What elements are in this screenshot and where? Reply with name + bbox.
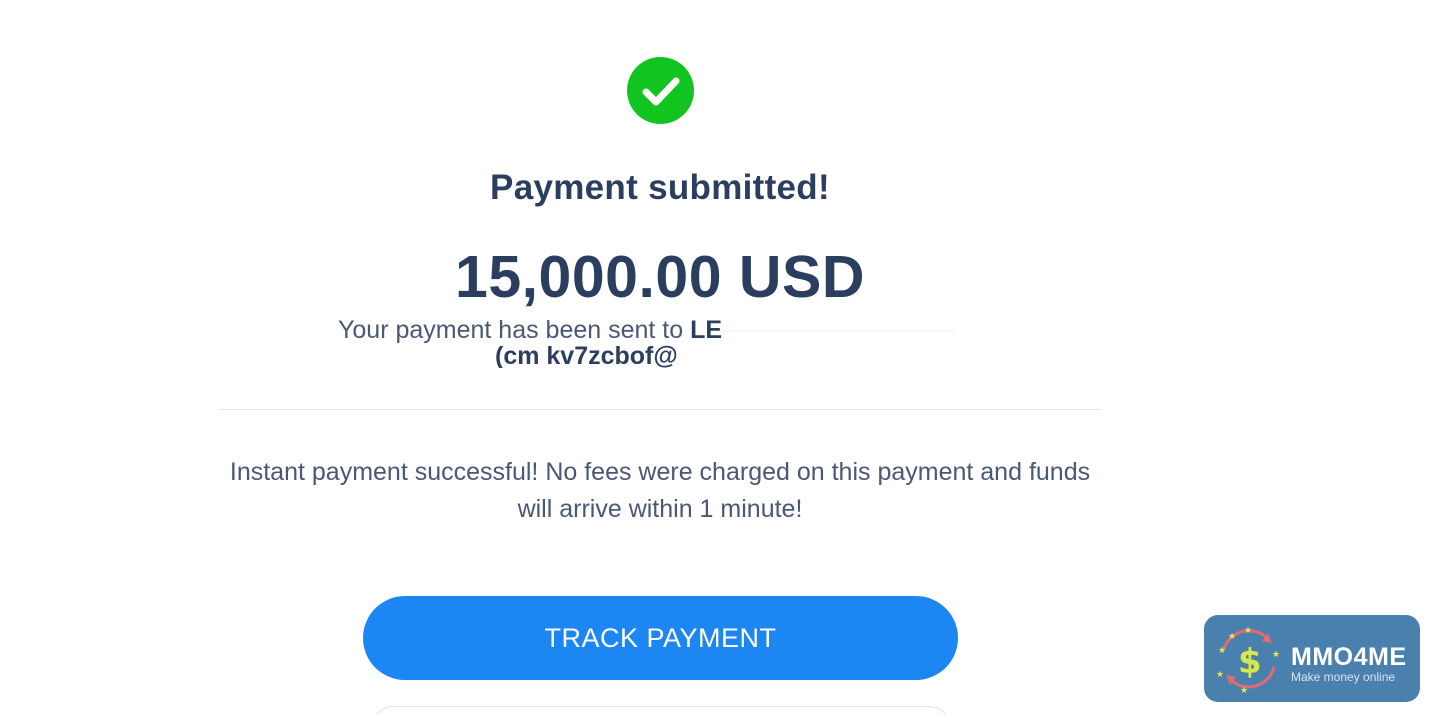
redaction-overlay [677, 346, 978, 368]
divider [218, 409, 1102, 410]
svg-text:★: ★ [1272, 650, 1280, 660]
recipient-line: Your payment has been sent to LE [338, 316, 955, 345]
svg-text:$: $ [1238, 642, 1262, 682]
recipient-name: LE [690, 316, 723, 344]
info-message: Instant payment successful! No fees were… [229, 458, 1091, 523]
recipient-email-line: (cm kv7zcbof@ [495, 342, 978, 368]
check-circle-icon [627, 57, 694, 124]
sent-prefix: Your payment has been sent to [338, 316, 684, 344]
recipient-email: (cm kv7zcbof@ [495, 342, 678, 368]
svg-text:★: ★ [1216, 670, 1224, 680]
svg-text:★: ★ [1240, 686, 1248, 695]
secondary-button[interactable] [373, 706, 950, 715]
svg-text:★: ★ [1244, 626, 1252, 636]
payment-confirmation-page: Payment submitted! 15,000.00 USD Your pa… [0, 0, 1445, 715]
dollar-stars-icon: $ ★ ★ ★ ★ ★ ★ [1216, 626, 1280, 695]
watermark-badge: $ ★ ★ ★ ★ ★ ★ MMO4ME Make money online [1204, 615, 1420, 702]
svg-text:★: ★ [1218, 646, 1226, 656]
payment-amount: 15,000.00 USD [455, 244, 865, 310]
track-payment-button[interactable]: TRACK PAYMENT [363, 596, 958, 680]
status-title: Payment submitted! [490, 168, 830, 207]
watermark-tagline: Make money online [1291, 670, 1396, 684]
svg-text:★: ★ [1228, 632, 1236, 642]
watermark-name: MMO4ME [1291, 643, 1407, 671]
redaction-overlay [722, 320, 955, 343]
